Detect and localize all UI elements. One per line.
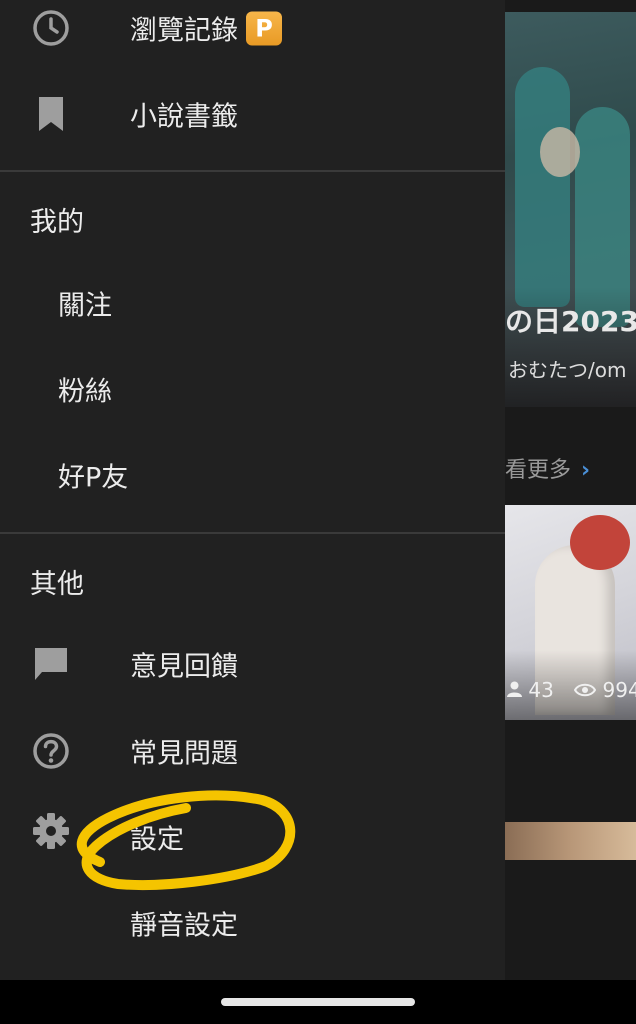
drawer-item-label: 瀏覽記錄 P [130,9,282,48]
drawer-item-novel-bookmarks[interactable]: 小說書籤 [0,71,505,157]
section-heading-mine: 我的 [30,207,84,238]
home-gesture-handle[interactable] [221,998,415,1006]
drawer-item-label: 設定 [130,824,184,856]
section-heading-other: 其他 [30,569,84,600]
drawer-item-following[interactable]: 關注 [0,260,505,346]
artwork-thumbnail-2[interactable] [505,822,636,860]
feedback-icon [31,644,71,684]
drawer-item-settings[interactable]: 設定 [0,794,505,880]
likes-count: 43 [528,678,554,702]
drawer-item-history[interactable]: 瀏覽記錄 P [0,0,505,71]
drawer-item-followers[interactable]: 粉絲 [0,346,505,432]
drawer-item-label: 意見回饋 [130,651,238,683]
drawer-item-mypixiv[interactable]: 好P友 [0,432,505,518]
featured-artwork-image[interactable] [505,12,636,407]
section-divider [0,532,505,534]
views-count: 994 [602,678,636,702]
drawer-item-mute-settings[interactable]: 靜音設定 [0,880,505,966]
clock-icon [31,8,71,48]
drawer-item-label: 關注 [58,290,112,322]
gear-icon [31,811,71,851]
premium-badge: P [246,11,282,45]
chevron-right-icon: › [581,458,591,483]
drawer-item-label: 靜音設定 [130,910,238,942]
drawer-item-feedback[interactable]: 意見回饋 [0,621,505,707]
drawer-item-label: 常見問題 [130,738,238,770]
background-content: の日2023 おむたつ/om 看更多 › 43 994 [505,0,636,980]
navigation-drawer: 瀏覽記錄 P 小說書籤 我的 關注 粉絲 好P友 其他 意見回饋 常見問題 設定… [0,0,505,980]
drawer-item-label: 小說書籤 [130,101,238,133]
drawer-item-label: 粉絲 [58,376,112,408]
artwork-stats: 43 994 [507,678,636,702]
section-divider [0,170,505,172]
bookmark-icon [31,94,71,134]
system-navigation-bar [0,980,636,1024]
featured-artwork-author: おむたつ/om [508,358,627,382]
featured-artwork-title: の日2023 [505,305,636,338]
drawer-item-faq[interactable]: 常見問題 [0,708,505,794]
eye-icon [568,678,603,702]
drawer-item-label: 好P友 [58,462,129,494]
help-circle-icon [31,731,71,771]
user-icon [507,678,528,702]
see-more-link[interactable]: 看更多 › [505,452,590,484]
